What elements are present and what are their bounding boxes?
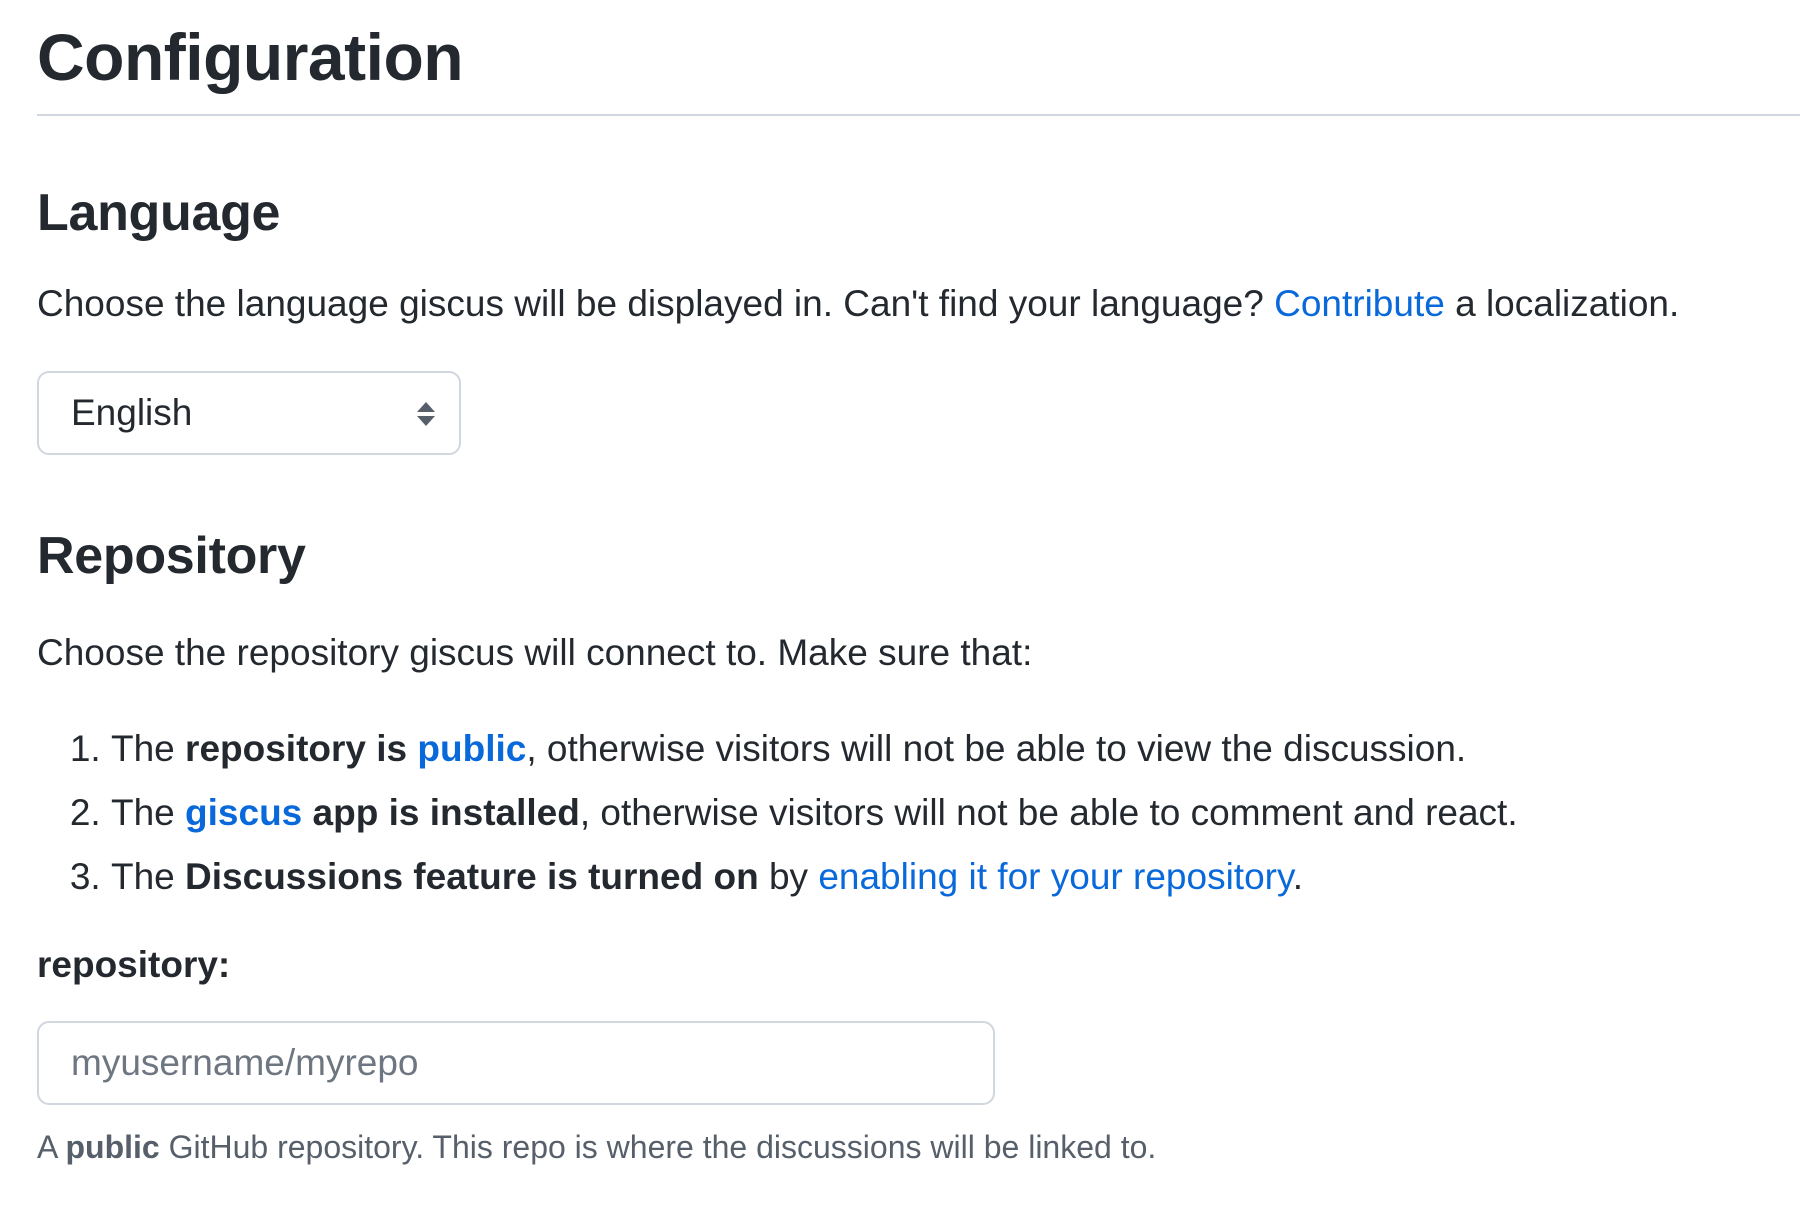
repository-input[interactable] — [37, 1021, 995, 1105]
public-link[interactable]: public — [417, 728, 526, 769]
list-item: The repository is public, otherwise visi… — [111, 717, 1800, 781]
language-description-end: a localization. — [1444, 283, 1680, 324]
list-item: The giscus app is installed, otherwise v… — [111, 781, 1800, 845]
list-item-text: , otherwise visitors will not be able to… — [526, 728, 1467, 769]
configuration-page: Configuration Language Choose the langua… — [0, 0, 1800, 1232]
hint-bold: public — [65, 1129, 160, 1165]
list-item-text: . — [1292, 856, 1303, 897]
up-down-arrows-icon — [417, 402, 435, 426]
list-item-text: by — [758, 856, 819, 897]
language-description: Choose the language giscus will be displ… — [37, 278, 1800, 330]
giscus-app-link[interactable]: giscus — [185, 792, 302, 833]
enable-discussions-link[interactable]: enabling it for your repository — [818, 856, 1292, 897]
list-item: The Discussions feature is turned on by … — [111, 845, 1800, 909]
requirements-list: The repository is public, otherwise visi… — [37, 717, 1800, 909]
title-divider — [37, 114, 1800, 116]
list-item-text: The — [111, 728, 186, 769]
language-description-text: Choose the language giscus will be displ… — [37, 283, 1275, 324]
list-item-text: , otherwise visitors will not be able to… — [579, 792, 1518, 833]
language-select-value: English — [71, 392, 193, 433]
language-heading: Language — [37, 184, 281, 242]
page-title: Configuration — [37, 20, 464, 94]
list-item-text: The — [111, 792, 186, 833]
repository-description: Choose the repository giscus will connec… — [37, 632, 1033, 673]
list-item-bold: app is installed — [302, 792, 580, 833]
repository-field-label: repository: — [37, 944, 231, 985]
hint-text: A — [37, 1129, 66, 1165]
list-item-bold: Discussions feature is turned on — [185, 856, 759, 897]
repository-heading: Repository — [37, 527, 306, 585]
hint-text-end: GitHub repository. This repo is where th… — [159, 1129, 1157, 1165]
list-item-text: The — [111, 856, 186, 897]
list-item-bold: repository is — [185, 728, 418, 769]
language-select[interactable]: English — [37, 371, 461, 455]
repository-hint: A public GitHub repository. This repo is… — [37, 1125, 1800, 1169]
contribute-link[interactable]: Contribute — [1274, 283, 1445, 324]
